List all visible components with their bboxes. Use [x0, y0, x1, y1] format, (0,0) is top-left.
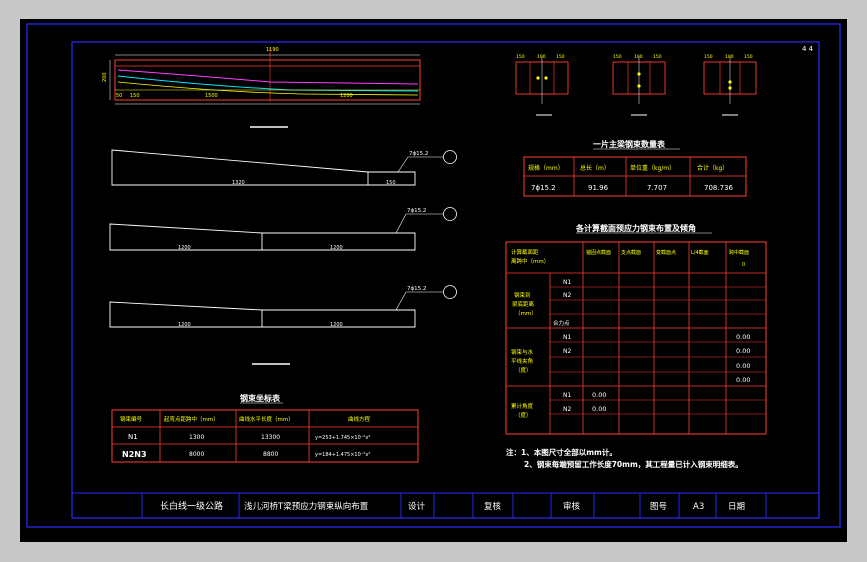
- section-2-tendon-b: [637, 84, 641, 88]
- section-3-dim-1: 150: [704, 54, 713, 60]
- dim-text-top: 1190: [266, 47, 279, 53]
- coordinate-table-r2-c3: 8800: [263, 451, 278, 458]
- coordinate-table-r2-c1: N2N3: [122, 450, 147, 459]
- section-3-dim-2: 100: [725, 54, 734, 60]
- quantity-table-header-3: 单位重（kg/m）: [630, 164, 675, 172]
- section-2-dim-1: 150: [613, 54, 622, 60]
- section-2-dim-3: 150: [653, 54, 662, 60]
- title-block-project: 长白线一级公路: [160, 500, 223, 512]
- dim-text-b0: 50: [116, 93, 122, 99]
- dim-text-b3: 1200: [340, 93, 353, 99]
- title-block-review: 复核: [484, 501, 502, 512]
- tendon-shape-2-len-1: 1200: [178, 245, 191, 251]
- coordinate-table-header-3: 曲线水平长度（mm）: [239, 415, 294, 423]
- coordinate-table-r2-c2: 8000: [189, 451, 204, 458]
- stress-table-col-1: 锚固点截面: [586, 249, 611, 256]
- section-3-tendon-b: [728, 86, 732, 90]
- dim-text-b1: 150: [130, 93, 140, 99]
- section-1-tendon-b: [544, 76, 548, 80]
- note-line-1: 注：1、本图尺寸全部以mm计。: [506, 447, 617, 457]
- quantity-table-header-1: 规格（mm）: [528, 164, 564, 172]
- stress-table-title: 各计算截面预应力钢束布置及倾角: [575, 223, 696, 233]
- stress-table-span-2: 0.00: [736, 347, 750, 355]
- stress-table-cum-2: 0.00: [592, 405, 606, 413]
- coordinate-table-r1-c1: N1: [128, 433, 138, 441]
- stress-table-group1-l2: 梁底距离: [512, 300, 535, 308]
- stress-table-n1-b: N1: [563, 334, 571, 341]
- tendon-shape-3-len-2: 1200: [330, 322, 343, 328]
- stress-table-group2-l1: 钢束与水: [511, 348, 534, 356]
- stress-table-corner-l2: 离跨中（mm）: [511, 257, 549, 265]
- quantity-table-header-4: 合计（kg）: [697, 164, 728, 172]
- coordinate-table-header-4: 曲线方程: [348, 415, 371, 423]
- stress-table-span-4: 0.00: [736, 376, 750, 384]
- tendon-shape-1-len-2: 150: [386, 180, 396, 186]
- stress-table-span-3: 0.00: [736, 362, 750, 370]
- stress-table-group2-label: 钢束与水平线夹角（度）: [511, 348, 534, 374]
- title-block-figval: A3: [693, 502, 704, 512]
- stress-table-n2-b: N2: [563, 348, 571, 355]
- coordinate-table-r1-c3: 13300: [261, 434, 280, 441]
- tendon-shape-1-callout: 7ϕ15.2: [409, 151, 428, 157]
- dim-text-left: 200: [102, 72, 108, 82]
- quantity-table-cell-1: 7ϕ15.2: [531, 184, 556, 192]
- stress-table-cum-1: 0.00: [592, 391, 606, 399]
- stress-table-heli: 合力点: [553, 319, 570, 327]
- stress-table-group3-l2: （度）: [515, 411, 532, 419]
- quantity-table-cell-2: 91.96: [588, 184, 609, 192]
- section-1-dim-1: 150: [516, 54, 525, 60]
- stress-table-corner-l1: 计算截面距: [511, 248, 539, 256]
- stress-table-n2-c: N2: [563, 406, 571, 413]
- section-3-dim-3: 150: [744, 54, 753, 60]
- stress-table-n2-a: N2: [563, 292, 571, 299]
- stress-table-n1-a: N1: [563, 279, 571, 286]
- tendon-shape-1-len-1: 1320: [232, 180, 245, 186]
- title-block-design: 设计: [408, 501, 426, 512]
- section-1-tendon-a: [536, 76, 540, 80]
- coordinate-table-r2-c4: y=184+1.475×10⁻⁵x²: [315, 452, 370, 458]
- quantity-table-cell-4: 708.736: [704, 184, 733, 192]
- stress-table-group1-l1: 钢束到: [514, 291, 531, 299]
- cad-drawing-canvas: 4 4 1190 200 50 150 1500 1200 150 100 15…: [0, 0, 867, 562]
- tendon-shape-2-len-2: 1200: [330, 245, 343, 251]
- stress-table-n1-c: N1: [563, 392, 571, 399]
- stress-table-group3-l1: 累计角度: [511, 402, 534, 410]
- section-2-tendon-a: [637, 72, 641, 76]
- coordinate-table-header-1: 钢束编号: [120, 415, 143, 423]
- tendon-shape-3-len-1: 1200: [178, 322, 191, 328]
- section-3-tendon-a: [728, 80, 732, 84]
- quantity-table-title: 一片主梁钢束数量表: [593, 139, 666, 149]
- title-block-date: 日期: [728, 502, 745, 512]
- section-2-dim-2: 100: [634, 54, 643, 60]
- title-block-figno: 图号: [650, 502, 667, 512]
- stress-table-group2-l3: （度）: [515, 366, 532, 374]
- stress-table-group2-l2: 平线夹角: [511, 357, 533, 365]
- coordinate-table-r1-c4: y=253+1.745×10⁻⁵x²: [315, 435, 370, 441]
- coordinate-table-title: 钢束坐标表: [240, 393, 281, 403]
- coordinate-table-header-2: 起弯点距跨中（mm）: [164, 415, 219, 423]
- stress-table-col-2: 支点截面: [621, 249, 641, 256]
- quantity-table-cell-3: 7.707: [647, 184, 667, 192]
- title-block-drawing-name: 浅儿河桥T梁预应力钢束纵向布置: [244, 501, 369, 512]
- coordinate-table-r1-c2: 1300: [189, 434, 204, 441]
- note-line-2: 2、钢束每端预留工作长度70mm，其工程量已计入钢束明细表。: [524, 459, 743, 469]
- stress-table-col-5: 跨中截面: [729, 249, 749, 256]
- dim-text-b2: 1500: [205, 93, 218, 99]
- stress-table-span-1: 0.00: [736, 333, 750, 341]
- tendon-shape-3-callout: 7ϕ15.2: [407, 286, 426, 292]
- stress-table-col-3: 变截面点: [656, 249, 676, 256]
- page-marker: 4 4: [802, 45, 814, 53]
- stress-table-span-sub: 0: [742, 262, 745, 268]
- section-1-dim-2: 100: [537, 54, 546, 60]
- tendon-shape-2-callout: 7ϕ15.2: [407, 208, 426, 214]
- title-block-approve: 审核: [563, 501, 581, 512]
- stress-table-col-4: L/4截面: [691, 249, 709, 256]
- section-1-dim-3: 150: [556, 54, 565, 60]
- quantity-table-header-2: 总长（m）: [580, 164, 610, 172]
- stress-table-group1-l3: （mm）: [515, 310, 537, 317]
